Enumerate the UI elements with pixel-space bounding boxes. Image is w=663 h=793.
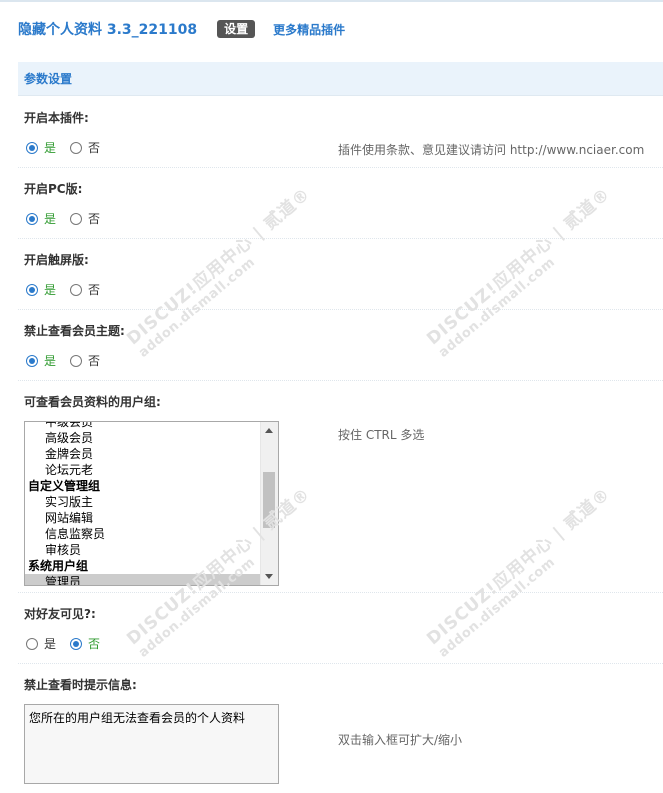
enable-pc-yes-radio[interactable]: 是 [26, 210, 56, 227]
forbid-threads-radios: 是 否 [26, 352, 114, 369]
enable-pc-no-radio[interactable]: 否 [70, 210, 100, 227]
forbid-threads-no-radio[interactable]: 否 [70, 352, 100, 369]
radio-checked-icon [26, 212, 38, 225]
enable-pc-radios: 是 否 [26, 210, 114, 227]
top-border [0, 0, 663, 2]
radio-unchecked-icon [70, 354, 83, 367]
usergroup-option[interactable]: 网站编辑 [25, 510, 262, 526]
setting-row-enable-touch: 开启触屏版: 是 否 [18, 239, 663, 310]
enable-touch-label: 开启触屏版: [24, 253, 89, 267]
usergroups-options: 中级会员 高级会员 金牌会员 论坛元老 自定义管理组 实习版主 网站编辑 信息监察员 审核员 系统… [25, 422, 262, 585]
setting-row-enable-plugin: 开启本插件: 是 否 插件使用条款、意见建议请访问 http://www.nci… [18, 97, 663, 168]
usergroup-option[interactable]: 高级会员 [25, 430, 262, 446]
usergroup-category: 自定义管理组 [28, 479, 101, 493]
scroll-down-icon[interactable] [265, 574, 273, 579]
section-title-bar: 参数设置 [18, 62, 663, 96]
usergroup-option[interactable]: 管理员 [25, 574, 262, 585]
friends-visible-yes-radio[interactable]: 是 [26, 635, 56, 652]
friends-visible-no-radio[interactable]: 否 [70, 635, 100, 652]
enable-touch-yes-radio[interactable]: 是 [26, 281, 56, 298]
enable-plugin-label: 开启本插件: [24, 111, 89, 125]
radio-checked-icon [26, 283, 38, 296]
enable-touch-radios: 是 否 [26, 281, 114, 298]
usergroups-scrollbar[interactable] [260, 422, 278, 585]
friends-visible-label: 对好友可见?: [24, 607, 96, 621]
forbid-threads-yes-radio[interactable]: 是 [26, 352, 56, 369]
usergroup-option[interactable]: 信息监察员 [25, 526, 262, 542]
usergroup-option[interactable]: 金牌会员 [25, 446, 262, 462]
radio-checked-icon [26, 354, 38, 367]
forbid-threads-label: 禁止查看会员主题: [24, 324, 125, 338]
usergroup-category: 系统用户组 [28, 559, 89, 573]
radio-unchecked-icon [26, 637, 38, 650]
enable-pc-label: 开启PC版: [24, 182, 83, 196]
scroll-thumb[interactable] [263, 472, 275, 528]
friends-visible-radios: 是 否 [26, 635, 114, 652]
setting-row-enable-pc: 开启PC版: 是 否 [18, 168, 663, 239]
radio-checked-icon [70, 637, 83, 650]
plugin-terms-hint: 插件使用条款、意见建议请访问 http://www.nciaer.com [338, 143, 645, 157]
forbidden-message-textarea[interactable]: 您所在的用户组无法查看会员的个人资料 [24, 704, 279, 784]
radio-unchecked-icon [70, 212, 83, 225]
radio-unchecked-icon [70, 141, 83, 154]
plugin-title: 隐藏个人资料 3.3_221108 [18, 22, 198, 38]
usergroup-option[interactable]: 审核员 [25, 542, 262, 558]
more-plugins-link[interactable]: 更多精品插件 [273, 21, 345, 38]
scroll-up-icon[interactable] [265, 428, 273, 433]
message-label: 禁止查看时提示信息: [24, 678, 137, 692]
message-hint: 双击输入框可扩大/缩小 [338, 733, 463, 747]
usergroups-label: 可查看会员资料的用户组: [24, 395, 161, 409]
radio-unchecked-icon [70, 283, 83, 296]
usergroup-option[interactable]: 实习版主 [25, 494, 262, 510]
settings-tab[interactable]: 设置 [217, 20, 256, 38]
enable-plugin-yes-radio[interactable]: 是 [26, 139, 56, 156]
usergroup-option[interactable]: 中级会员 [25, 422, 262, 430]
enable-plugin-no-radio[interactable]: 否 [70, 139, 100, 156]
section-title: 参数设置 [24, 72, 73, 86]
usergroups-multiselect[interactable]: 中级会员 高级会员 金牌会员 论坛元老 自定义管理组 实习版主 网站编辑 信息监察员 审核员 系统… [24, 421, 279, 586]
usergroup-option[interactable]: 论坛元老 [25, 462, 262, 478]
setting-row-forbid-threads: 禁止查看会员主题: 是 否 [18, 310, 663, 381]
enable-plugin-radios: 是 否 [26, 139, 114, 156]
radio-checked-icon [26, 141, 38, 154]
setting-row-message: 禁止查看时提示信息: 您所在的用户组无法查看会员的个人资料 双击输入框可扩大/缩… [18, 664, 663, 793]
setting-row-usergroups: 可查看会员资料的用户组: 中级会员 高级会员 金牌会员 论坛元老 自定义管理组 实习版主网… [18, 381, 663, 593]
enable-touch-no-radio[interactable]: 否 [70, 281, 100, 298]
usergroups-hint: 按住 CTRL 多选 [338, 428, 425, 442]
setting-row-friends-visible: 对好友可见?: 是 否 [18, 593, 663, 664]
plugin-header: 隐藏个人资料 3.3_221108 设置 更多精品插件 [18, 18, 345, 40]
